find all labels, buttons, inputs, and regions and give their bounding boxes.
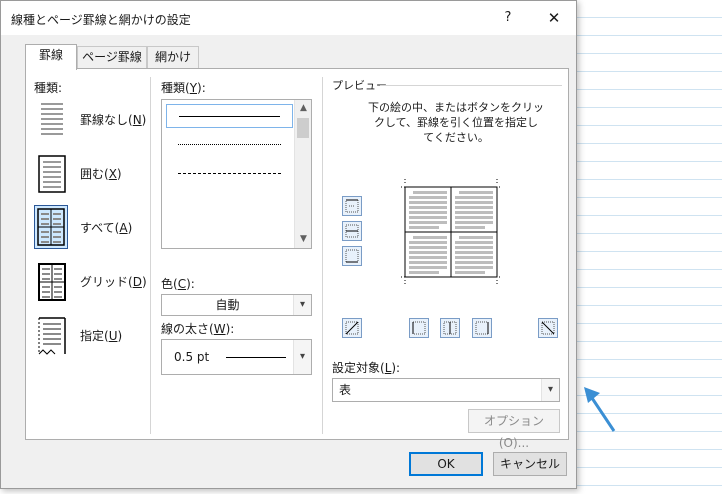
- preview-heading-rule: [380, 85, 562, 86]
- style-label: 種類(Y):: [161, 81, 206, 95]
- setting-custom-label: 指定(U): [80, 329, 123, 343]
- setting-box[interactable]: 囲む(X): [34, 151, 154, 195]
- line-style-solid[interactable]: [166, 104, 293, 128]
- border-preview[interactable]: [401, 179, 501, 285]
- color-value: 自動: [215, 298, 240, 312]
- width-sample-line: [226, 357, 286, 358]
- divider: [150, 77, 151, 434]
- tab-page-border[interactable]: ページ罫線: [77, 46, 147, 68]
- help-button[interactable]: ?: [493, 6, 523, 30]
- width-value: 0.5 pt: [174, 350, 210, 364]
- scroll-up-icon[interactable]: ▲: [295, 100, 312, 117]
- divider: [322, 77, 323, 434]
- title-bar: 線種とページ罫線と網かけの設定 ? ✕: [1, 1, 576, 35]
- tab-panel-borders: 種類: 罫線なし(N) 囲む(X) すべて(A) グリッド(D) 指定(U) 種…: [25, 68, 569, 450]
- dialog-title: 線種とページ罫線と網かけの設定: [11, 13, 191, 27]
- pointer-arrow-icon: [584, 387, 616, 432]
- border-left-button[interactable]: [409, 318, 429, 338]
- tab-shading[interactable]: 網かけ: [147, 46, 199, 68]
- chevron-down-icon[interactable]: ▾: [541, 379, 559, 401]
- line-style-dotted[interactable]: [166, 133, 293, 157]
- setting-none-thumbnail: [34, 97, 68, 141]
- line-style-list[interactable]: ▲ ▼: [161, 99, 312, 249]
- options-button[interactable]: オプション(O)...: [468, 409, 560, 450]
- instruction-line-1: 下の絵の中、またはボタンをクリッ: [368, 101, 544, 114]
- instruction-line-3: てください。: [423, 131, 489, 144]
- border-top-button[interactable]: [342, 196, 362, 216]
- chevron-down-icon[interactable]: ▾: [293, 295, 311, 315]
- setting-box-label: 囲む(X): [80, 167, 122, 181]
- close-button[interactable]: ✕: [539, 6, 569, 30]
- setting-grid-label: グリッド(D): [80, 275, 147, 289]
- setting-heading: 種類:: [34, 81, 63, 95]
- border-inside-horizontal-button[interactable]: [342, 221, 362, 241]
- setting-box-thumbnail: [34, 151, 68, 195]
- setting-custom[interactable]: 指定(U): [34, 313, 154, 357]
- tab-borders[interactable]: 罫線: [25, 44, 77, 70]
- chevron-down-icon[interactable]: ▾: [293, 340, 311, 374]
- borders-and-shading-dialog: 線種とページ罫線と網かけの設定 ? ✕ 罫線 ページ罫線 網かけ 種類: 罫線な…: [0, 0, 577, 489]
- border-inside-vertical-button[interactable]: [440, 318, 460, 338]
- cancel-button[interactable]: キャンセル: [493, 452, 567, 476]
- border-diagonal-down-button[interactable]: [538, 318, 558, 338]
- border-bottom-button[interactable]: [342, 246, 362, 266]
- apply-to-dropdown[interactable]: 表 ▾: [332, 378, 560, 402]
- scroll-thumb[interactable]: [297, 118, 309, 138]
- color-label: 色(C):: [161, 277, 195, 291]
- preview-heading: プレビュー: [332, 77, 562, 93]
- instruction-line-2: クして、罫線を引く位置を指定し: [373, 116, 539, 129]
- scroll-down-icon[interactable]: ▼: [295, 231, 312, 248]
- apply-to-label: 設定対象(L):: [332, 361, 401, 375]
- setting-grid-thumbnail: [34, 259, 68, 303]
- apply-to-value: 表: [339, 383, 352, 397]
- setting-grid[interactable]: グリッド(D): [34, 259, 154, 303]
- color-dropdown[interactable]: 自動 ▾: [161, 294, 312, 316]
- setting-all[interactable]: すべて(A): [34, 205, 154, 249]
- border-diagonal-up-button[interactable]: [342, 318, 362, 338]
- setting-custom-thumbnail: [34, 313, 68, 357]
- border-right-button[interactable]: [472, 318, 492, 338]
- line-style-small-dash[interactable]: [166, 162, 293, 186]
- line-style-dash-dot[interactable]: [166, 220, 293, 244]
- setting-none[interactable]: 罫線なし(N): [34, 97, 154, 141]
- setting-none-label: 罫線なし(N): [80, 113, 147, 127]
- ok-button[interactable]: OK: [409, 452, 483, 476]
- width-label: 線の太さ(W):: [161, 322, 235, 336]
- setting-all-label: すべて(A): [80, 221, 133, 235]
- width-dropdown[interactable]: 0.5 pt ▾: [161, 339, 312, 375]
- preview-instructions: 下の絵の中、またはボタンをクリッ クして、罫線を引く位置を指定し てください。: [356, 100, 556, 145]
- line-style-scrollbar[interactable]: ▲ ▼: [294, 100, 311, 248]
- line-style-dash[interactable]: [166, 191, 293, 215]
- setting-all-thumbnail: [34, 205, 68, 249]
